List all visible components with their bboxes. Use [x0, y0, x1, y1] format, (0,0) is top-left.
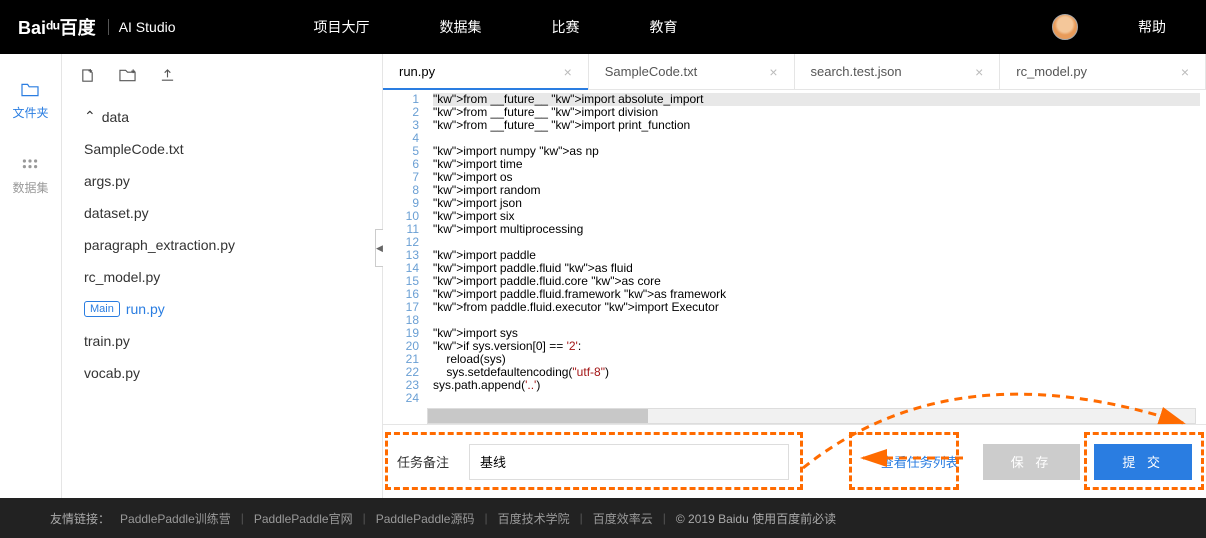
- task-note-input[interactable]: [469, 444, 789, 480]
- avatar[interactable]: [1052, 14, 1078, 40]
- line-gutter: 123456789101112131415161718192021222324: [383, 90, 427, 424]
- main-badge: Main: [84, 301, 120, 317]
- code-editor[interactable]: 123456789101112131415161718192021222324 …: [383, 90, 1206, 424]
- brand-subtitle: AI Studio: [108, 19, 176, 35]
- main-nav: 项目大厅 数据集 比赛 教育: [314, 17, 678, 37]
- footer-link[interactable]: 百度效率云: [593, 510, 653, 527]
- rail-files[interactable]: 文件夹: [12, 82, 48, 121]
- nav-projects[interactable]: 项目大厅: [314, 17, 370, 37]
- close-icon[interactable]: ×: [1181, 64, 1189, 80]
- file-rc-model[interactable]: rc_model.py: [78, 261, 366, 293]
- scrollbar-thumb[interactable]: [428, 409, 648, 423]
- close-icon[interactable]: ×: [564, 64, 572, 80]
- left-rail: 文件夹 数据集: [0, 54, 62, 498]
- file-tree: ⌃ data SampleCode.txt args.py dataset.py…: [62, 100, 382, 389]
- editor-area: ◀ run.py× SampleCode.txt× search.test.js…: [382, 54, 1206, 498]
- nav-help[interactable]: 帮助: [1138, 17, 1166, 37]
- file-vocab[interactable]: vocab.py: [78, 357, 366, 389]
- rail-datasets[interactable]: 数据集: [12, 157, 48, 196]
- file-samplecode[interactable]: SampleCode.txt: [78, 133, 366, 165]
- footer-link[interactable]: PaddlePaddle官网: [254, 510, 353, 527]
- tab-samplecode[interactable]: SampleCode.txt×: [589, 54, 795, 89]
- upload-icon[interactable]: [160, 68, 175, 87]
- footer-link[interactable]: PaddlePaddle源码: [376, 510, 475, 527]
- nav-datasets[interactable]: 数据集: [440, 17, 482, 37]
- task-bar: 任务备注 查看任务列表 保 存 提 交: [383, 424, 1206, 498]
- collapse-panel-handle[interactable]: ◀: [375, 229, 383, 267]
- grid-icon: [20, 157, 40, 173]
- footer-copyright: © 2019 Baidu 使用百度前必读: [676, 510, 836, 527]
- chevron-down-icon: ⌃: [84, 108, 96, 125]
- footer-lead: 友情链接：: [50, 510, 110, 527]
- tab-rcmodel[interactable]: rc_model.py×: [1000, 54, 1206, 89]
- task-note-label: 任务备注: [397, 452, 449, 471]
- file-run[interactable]: Main run.py: [78, 293, 366, 325]
- file-toolbar: [62, 54, 382, 100]
- logo[interactable]: Baiᵈᵘ百度 AI Studio: [0, 14, 194, 40]
- save-button[interactable]: 保 存: [983, 444, 1081, 480]
- new-file-icon[interactable]: [80, 68, 95, 87]
- folder-data[interactable]: ⌃ data: [78, 100, 366, 133]
- code-content[interactable]: "kw">from __future__ "kw">import absolut…: [427, 90, 1206, 424]
- file-paragraph-extraction[interactable]: paragraph_extraction.py: [78, 229, 366, 261]
- footer-link[interactable]: 百度技术学院: [498, 510, 570, 527]
- new-folder-icon[interactable]: [119, 68, 136, 86]
- submit-button[interactable]: 提 交: [1094, 444, 1192, 480]
- view-task-list-link[interactable]: 查看任务列表: [881, 452, 959, 471]
- top-navbar: Baiᵈᵘ百度 AI Studio 项目大厅 数据集 比赛 教育 帮助: [0, 0, 1206, 54]
- file-args[interactable]: args.py: [78, 165, 366, 197]
- nav-competitions[interactable]: 比赛: [552, 17, 580, 37]
- file-panel: ⌃ data SampleCode.txt args.py dataset.py…: [62, 54, 382, 498]
- close-icon[interactable]: ×: [769, 64, 777, 80]
- file-train[interactable]: train.py: [78, 325, 366, 357]
- baidu-logo-text: Baiᵈᵘ百度: [18, 14, 96, 40]
- footer-link[interactable]: PaddlePaddle训练营: [120, 510, 231, 527]
- folder-icon: [20, 82, 40, 98]
- file-dataset[interactable]: dataset.py: [78, 197, 366, 229]
- tab-run[interactable]: run.py×: [383, 54, 589, 89]
- nav-education[interactable]: 教育: [650, 17, 678, 37]
- horizontal-scrollbar[interactable]: [427, 408, 1196, 424]
- footer: 友情链接： PaddlePaddle训练营| PaddlePaddle官网| P…: [0, 498, 1206, 538]
- close-icon[interactable]: ×: [975, 64, 983, 80]
- tab-searchtest[interactable]: search.test.json×: [795, 54, 1001, 89]
- editor-tabs: run.py× SampleCode.txt× search.test.json…: [383, 54, 1206, 90]
